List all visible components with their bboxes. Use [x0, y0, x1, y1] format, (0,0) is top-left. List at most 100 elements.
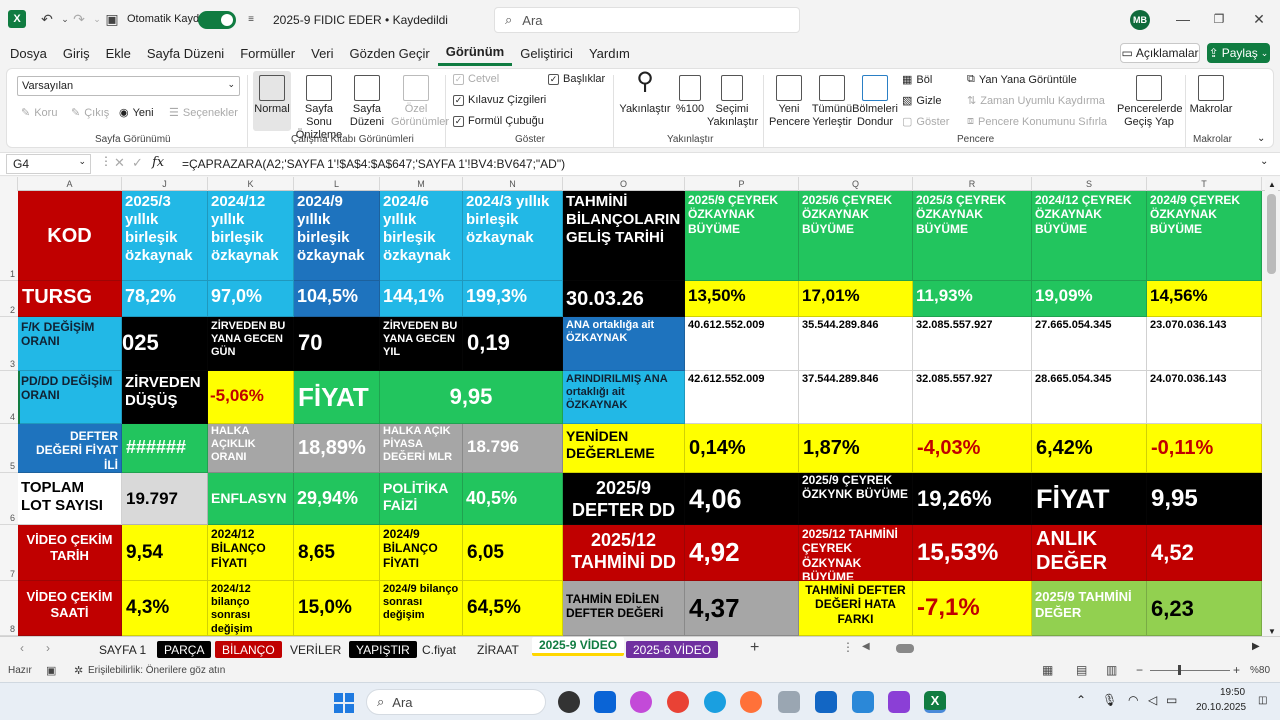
avatar[interactable]: MB — [1130, 10, 1150, 30]
cell-s4[interactable]: 28.665.054.345 — [1032, 371, 1147, 424]
zoom-slider-thumb[interactable] — [1178, 665, 1181, 675]
cell-t5[interactable]: -0,11% — [1147, 424, 1262, 473]
cell-s7[interactable]: ANLIK DEĞER — [1032, 525, 1147, 581]
cell-a7[interactable]: VİDEO ÇEKİM TARİH — [18, 525, 122, 581]
cell-q6[interactable]: 2025/9 ÇEYREK ÖZKYNK BÜYÜME — [799, 473, 913, 525]
zoom-button[interactable]: ⚲ Yakınlaştır — [619, 70, 671, 116]
headings-checkbox[interactable]: ✓ Başlıklar — [548, 73, 605, 85]
scroll-down-icon[interactable]: ▼ — [1268, 627, 1276, 636]
cell-s5[interactable]: 6,42% — [1032, 424, 1147, 473]
tab-c-fiyat[interactable]: C.fiyat — [415, 641, 463, 658]
col-header-o[interactable]: O — [563, 177, 685, 191]
cell-j1[interactable]: 2025/3 yıllık birleşik özkaynak — [122, 191, 208, 281]
cell-s3[interactable]: 27.665.054.345 — [1032, 317, 1147, 371]
search-box[interactable]: ⌕ Ara — [494, 7, 800, 33]
col-header-s[interactable]: S — [1032, 177, 1147, 191]
redo-icon[interactable]: ↷ — [70, 10, 88, 28]
prev-sheet-icon[interactable]: ‹ — [20, 641, 24, 655]
cell-o2[interactable]: 30.03.26 — [563, 281, 685, 317]
cell-q5[interactable]: 1,87% — [799, 424, 913, 473]
windows-start-icon[interactable] — [334, 693, 354, 713]
row-header-4[interactable]: 4 — [0, 371, 18, 424]
freeze-panes-button[interactable]: Bölmeleri Dondur — [851, 75, 899, 129]
sheet-options-icon[interactable]: ⋮ — [842, 640, 854, 654]
cell-s8[interactable]: 2025/9 TAHMİNİ DEĞER — [1032, 581, 1147, 636]
exit-button[interactable]: ✎ Çıkış — [71, 106, 109, 120]
customize-qat-icon[interactable]: ≡ — [242, 10, 260, 28]
cell-j6[interactable]: 19.797 — [122, 473, 208, 525]
cell-o6[interactable]: 2025/9 DEFTER DD — [563, 473, 685, 525]
cell-s6[interactable]: FİYAT — [1032, 473, 1147, 525]
share-button[interactable]: ⇪ Paylaş ⌄ — [1207, 43, 1270, 63]
cell-a5[interactable]: DEFTER DEĞERİ FİYAT İLİ — [18, 424, 122, 473]
cell-t2[interactable]: 14,56% — [1147, 281, 1262, 317]
cell-m5[interactable]: HALKA AÇIK PİYASA DEĞERİ MLR — [380, 424, 463, 473]
col-header-p[interactable]: P — [685, 177, 799, 191]
cell-m3[interactable]: ZİRVEDEN BU YANA GECEN YIL — [380, 317, 463, 371]
cell-j5[interactable]: ###### — [122, 424, 208, 473]
cell-l4[interactable]: FİYAT — [294, 371, 380, 424]
cell-q2[interactable]: 17,01% — [799, 281, 913, 317]
firefox-icon[interactable] — [740, 691, 762, 713]
accessibility-icon[interactable]: ✲ — [74, 664, 83, 677]
cell-k1[interactable]: 2024/12 yıllık birleşik özkaynak — [208, 191, 294, 281]
col-header-m[interactable]: M — [380, 177, 463, 191]
arrange-all-button[interactable]: Tümünü Yerleştir — [811, 75, 853, 129]
cell-n6[interactable]: 40,5% — [463, 473, 563, 525]
menu-yardim[interactable]: Yardım — [581, 40, 638, 66]
cell-p5[interactable]: 0,14% — [685, 424, 799, 473]
col-header-j[interactable]: J — [122, 177, 208, 191]
cell-o1[interactable]: TAHMİNİ BİLANÇOLARIN GELİŞ TARİHİ — [563, 191, 685, 281]
cell-j4[interactable]: ZİRVEDEN DÜŞÜŞ — [122, 371, 208, 424]
edge-icon[interactable] — [704, 691, 726, 713]
cell-l1[interactable]: 2024/9 yıllık birleşik özkaynak — [294, 191, 380, 281]
cell-s1[interactable]: 2024/12 ÇEYREK ÖZKAYNAK BÜYÜME — [1032, 191, 1147, 281]
cell-j2[interactable]: 78,2% — [122, 281, 208, 317]
cell-n8[interactable]: 64,5% — [463, 581, 563, 636]
taskbar-time[interactable]: 19:50 — [1220, 687, 1245, 698]
cell-o5[interactable]: YENİDEN DEĞERLEME — [563, 424, 685, 473]
menu-dosya[interactable]: Dosya — [2, 40, 55, 66]
col-header-k[interactable]: K — [208, 177, 294, 191]
cell-t6[interactable]: 9,95 — [1147, 473, 1262, 525]
cell-l3[interactable]: 70 — [294, 317, 380, 371]
snipping-tool-icon[interactable] — [778, 691, 800, 713]
cell-t4[interactable]: 24.070.036.143 — [1147, 371, 1262, 424]
cell-m8[interactable]: 2024/9 bilanço sonrası değişim — [380, 581, 463, 636]
undo-icon[interactable]: ↶ — [38, 10, 56, 28]
page-break-view-icon[interactable]: ▥ — [1106, 663, 1117, 677]
side-by-side-button[interactable]: ⧉ Yan Yana Görüntüle — [967, 73, 1077, 86]
cell-j8[interactable]: 4,3% — [122, 581, 208, 636]
menu-formuller[interactable]: Formüller — [232, 40, 303, 66]
row-header-2[interactable]: 2 — [0, 281, 18, 317]
cell-l2[interactable]: 104,5% — [294, 281, 380, 317]
cell-a1[interactable]: KOD — [18, 191, 122, 281]
split-button[interactable]: ▦ Böl — [902, 73, 932, 87]
add-sheet-icon[interactable]: + — [750, 639, 759, 657]
options-button[interactable]: ☰ Seçenekler — [169, 106, 238, 120]
cell-o8[interactable]: TAHMİN EDİLEN DEFTER DEĞERİ — [563, 581, 685, 636]
cell-m4[interactable]: 9,95 — [380, 371, 563, 424]
cell-j3[interactable]: 025 — [122, 317, 208, 371]
autosave-toggle[interactable] — [198, 11, 236, 29]
zoom-100-button[interactable]: %100 — [673, 75, 707, 116]
ruler-checkbox[interactable]: ✓ Cetvel — [453, 73, 499, 85]
tab-parca[interactable]: PARÇA — [157, 641, 212, 658]
macro-record-icon[interactable]: ▣ — [46, 664, 56, 677]
ribbon-collapse-icon[interactable]: ⌄ — [1257, 133, 1265, 144]
vertical-scrollbar[interactable]: ▲ ▼ — [1265, 180, 1278, 636]
cell-q7[interactable]: 2025/12 TAHMİNİ ÇEYREK ÖZKYNAK BÜYÜME — [799, 525, 913, 581]
cell-n5[interactable]: 18.796 — [463, 424, 563, 473]
sync-scroll-button[interactable]: ⇅ Zaman Uyumlu Kaydırma — [967, 94, 1105, 108]
zoom-level[interactable]: %80 — [1250, 665, 1270, 676]
cell-p8[interactable]: 4,37 — [685, 581, 799, 636]
save-icon[interactable]: ▣ — [103, 10, 121, 28]
reset-position-button[interactable]: ⧈ Pencere Konumunu Sıfırla — [967, 115, 1107, 128]
close-icon[interactable]: ✕ — [1250, 10, 1268, 28]
cell-t1[interactable]: 2024/9 ÇEYREK ÖZKAYNAK BÜYÜME — [1147, 191, 1262, 281]
macros-button[interactable]: Makrolar — [1189, 75, 1233, 116]
cell-r3[interactable]: 32.085.557.927 — [913, 317, 1032, 371]
accessibility-status[interactable]: Erişilebilirlik: Önerilere göz atın — [88, 665, 225, 676]
restore-icon[interactable]: ❐ — [1210, 10, 1228, 28]
taskbar-search[interactable]: ⌕ Ara — [366, 689, 546, 715]
